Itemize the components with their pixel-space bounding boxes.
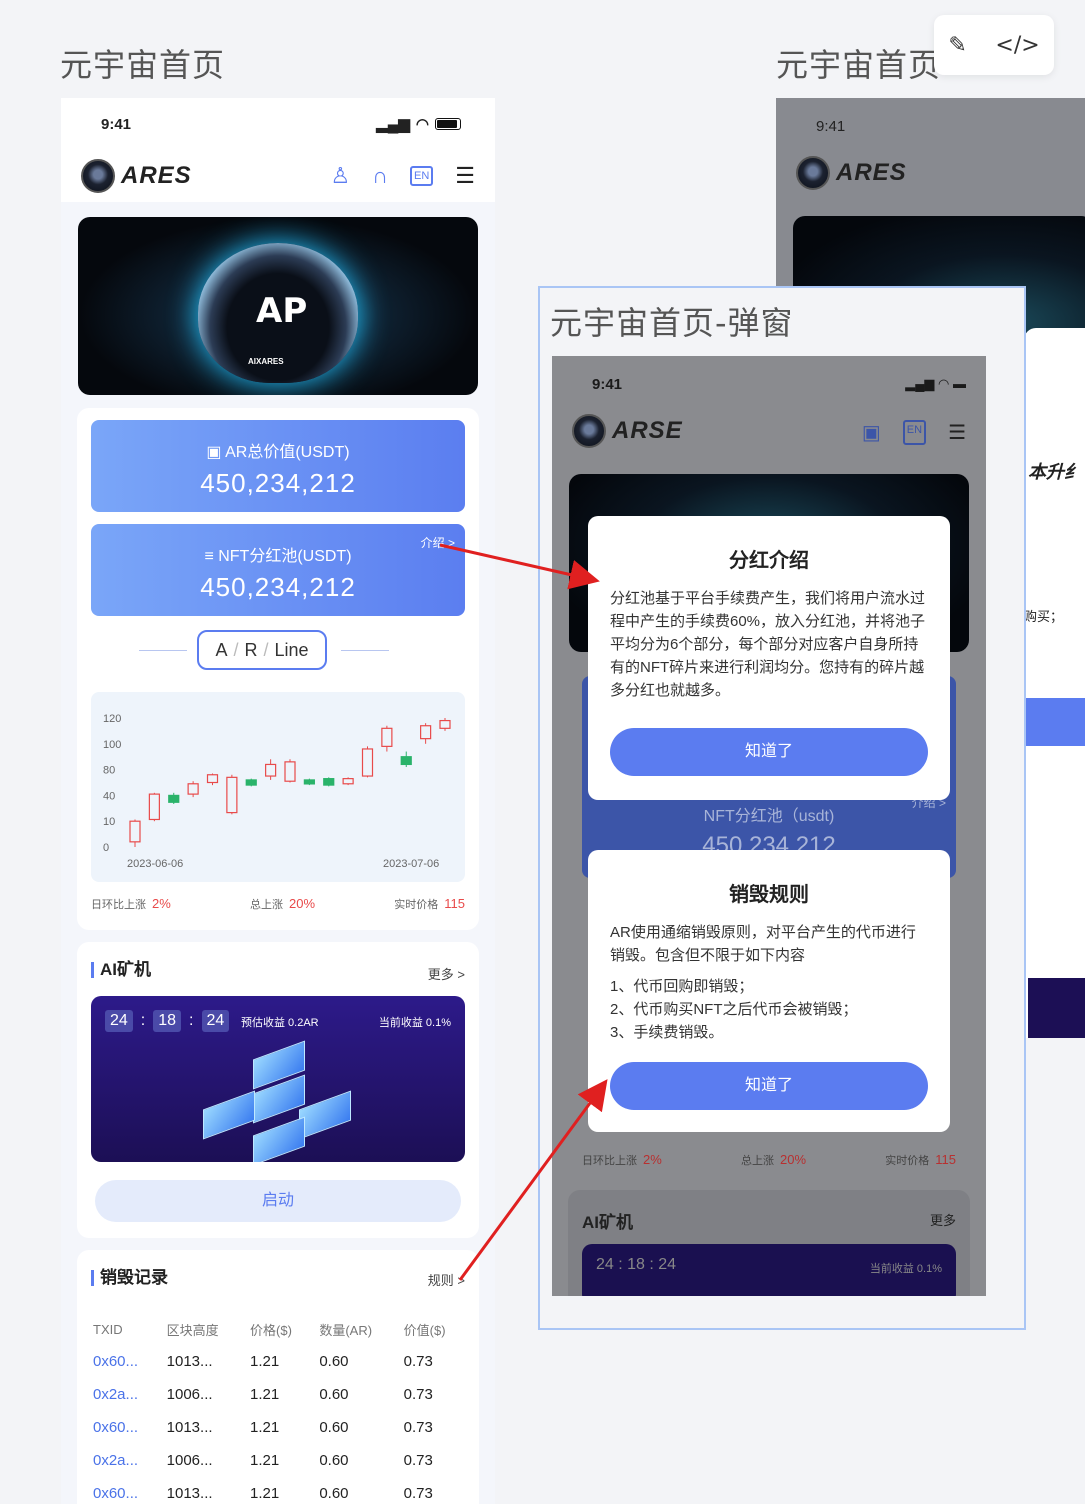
arrow-intro (439, 543, 600, 590)
annotation-arrows (439, 543, 608, 1281)
arrow-rule (458, 1079, 608, 1281)
